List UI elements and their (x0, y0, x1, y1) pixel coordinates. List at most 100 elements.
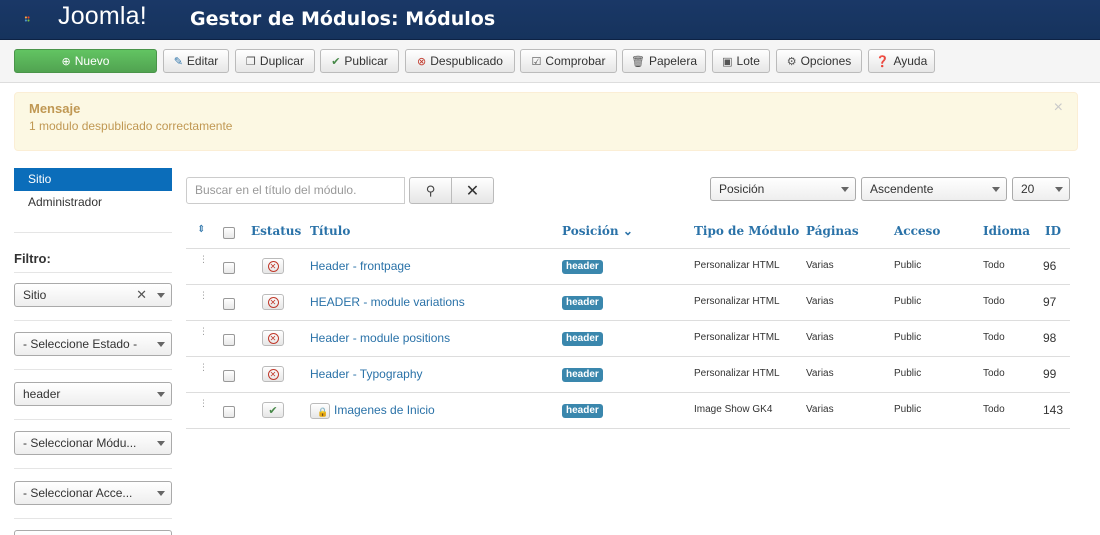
checkin-button[interactable]: ☑ Comprobar (520, 49, 617, 73)
sort-field-select[interactable]: Posición (710, 177, 856, 201)
position-badge: header (562, 366, 603, 382)
clear-search-button[interactable]: ✕ (451, 177, 494, 204)
module-language: Todo (983, 368, 1005, 379)
filter-label: Filtro: (14, 251, 51, 266)
row-divider (186, 356, 1070, 357)
column-position[interactable]: Posición ⌄ (562, 224, 633, 238)
module-language: Todo (983, 404, 1005, 415)
search-button[interactable]: ⚲ (409, 177, 452, 204)
column-status[interactable]: Estatus (251, 224, 301, 238)
close-icon[interactable]: × (1054, 99, 1063, 117)
list-limit-select[interactable]: 20 (1012, 177, 1070, 201)
column-access[interactable]: Acceso (894, 224, 940, 238)
checkbox-icon: ☑ (531, 55, 542, 68)
row-divider (186, 320, 1070, 321)
row-checkbox[interactable] (223, 334, 235, 346)
module-title[interactable]: 🔒 Imagenes de Inicio (310, 403, 435, 419)
chevron-down-icon (841, 187, 849, 192)
language-filter-select[interactable] (14, 530, 172, 535)
search-input[interactable]: Buscar en el título del módulo. (186, 177, 405, 204)
drag-handle-icon[interactable]: ⋮ (199, 399, 208, 408)
row-checkbox[interactable] (223, 298, 235, 310)
column-pages[interactable]: Páginas (806, 224, 859, 238)
module-id: 97 (1043, 295, 1057, 309)
column-id[interactable]: ID (1045, 224, 1061, 238)
position-badge: header (562, 402, 603, 418)
drag-handle-icon[interactable]: ⋮ (199, 363, 208, 372)
position-badge: header (562, 294, 603, 310)
state-filter-select[interactable]: - Seleccione Estado - (14, 332, 172, 356)
module-title[interactable]: Header - Typography (310, 367, 423, 381)
select-all-checkbox[interactable] (223, 227, 235, 239)
unpublished-icon: ✕ (267, 368, 279, 380)
sidebar-item-administrator[interactable]: Administrador (14, 191, 172, 214)
drag-handle-icon[interactable]: ⋮ (199, 291, 208, 300)
batch-button[interactable]: ▣ Lote (712, 49, 770, 73)
row-checkbox[interactable] (223, 262, 235, 274)
module-id: 96 (1043, 259, 1057, 273)
publish-toggle[interactable]: ✕ (262, 258, 284, 274)
module-language: Todo (983, 260, 1005, 271)
chevron-down-icon (1055, 187, 1063, 192)
row-checkbox[interactable] (223, 370, 235, 382)
position-badge: header (562, 258, 603, 274)
module-type: Personalizar HTML (694, 332, 780, 343)
top-header: Joomla! Gestor de Módulos: Módulos (0, 0, 1100, 40)
options-button[interactable]: ⚙ Opciones (776, 49, 862, 73)
client-filter-select[interactable]: Sitio ✕ (14, 283, 172, 307)
column-title[interactable]: Título (310, 224, 350, 238)
drag-handle-icon[interactable]: ⋮ (199, 255, 208, 264)
close-icon: ✕ (465, 182, 480, 200)
message-body: 1 modulo despublicado correctamente (29, 119, 233, 133)
module-id: 143 (1043, 403, 1064, 417)
module-filter-select[interactable]: - Seleccionar Módu... (14, 431, 172, 455)
chevron-down-icon (157, 293, 165, 298)
clear-icon[interactable]: ✕ (136, 284, 147, 306)
sort-direction-select[interactable]: Ascendente (861, 177, 1007, 201)
module-title[interactable]: Header - frontpage (310, 259, 411, 273)
joomla-logo-icon (24, 16, 30, 22)
chevron-down-icon (157, 392, 165, 397)
position-filter-select[interactable]: header (14, 382, 172, 406)
module-id: 98 (1043, 331, 1057, 345)
access-filter-select[interactable]: - Seleccionar Acce... (14, 481, 172, 505)
copy-icon: ❐ (246, 55, 256, 68)
publish-toggle[interactable]: ✔ (262, 402, 284, 418)
module-access: Public (894, 260, 922, 271)
row-checkbox[interactable] (223, 406, 235, 418)
help-button[interactable]: ❓ Ayuda (868, 49, 935, 73)
publish-toggle[interactable]: ✕ (262, 366, 284, 382)
unpublish-icon: ⊗ (417, 55, 427, 68)
edit-icon: ✎ (173, 55, 183, 68)
column-type[interactable]: Tipo de Módulo (694, 224, 799, 238)
module-type: Personalizar HTML (694, 368, 780, 379)
sidebar-item-site[interactable]: Sitio (14, 168, 172, 191)
sort-chevron-down-icon: ⌄ (622, 224, 633, 238)
position-badge: header (562, 330, 603, 346)
edit-button[interactable]: ✎ Editar (163, 49, 229, 73)
ordering-icon[interactable]: ⇕ (197, 224, 205, 235)
lock-icon[interactable]: 🔒 (310, 403, 330, 419)
trash-button[interactable]: 🗑 Papelera (622, 49, 706, 73)
module-title[interactable]: HEADER - module variations (310, 295, 465, 309)
drag-handle-icon[interactable]: ⋮ (199, 327, 208, 336)
module-pages: Varias (806, 332, 834, 343)
publish-toggle[interactable]: ✕ (262, 294, 284, 310)
module-type: Personalizar HTML (694, 260, 780, 271)
row-divider (186, 248, 1070, 249)
sidebar-divider (14, 369, 172, 370)
column-language[interactable]: Idioma (983, 224, 1030, 238)
module-title[interactable]: Header - module positions (310, 331, 450, 345)
gear-icon: ⚙ (786, 55, 797, 68)
new-button[interactable]: ⊕ Nuevo (14, 49, 157, 73)
plus-circle-icon: ⊕ (61, 55, 71, 68)
publish-toggle[interactable]: ✕ (262, 330, 284, 346)
module-pages: Varias (806, 260, 834, 271)
sidebar-divider (14, 232, 172, 233)
unpublished-icon: ✕ (267, 296, 279, 308)
module-id: 99 (1043, 367, 1057, 381)
module-pages: Varias (806, 368, 834, 379)
publish-button[interactable]: ✔ Publicar (320, 49, 399, 73)
duplicate-button[interactable]: ❐ Duplicar (235, 49, 315, 73)
unpublish-button[interactable]: ⊗ Despublicado (405, 49, 515, 73)
